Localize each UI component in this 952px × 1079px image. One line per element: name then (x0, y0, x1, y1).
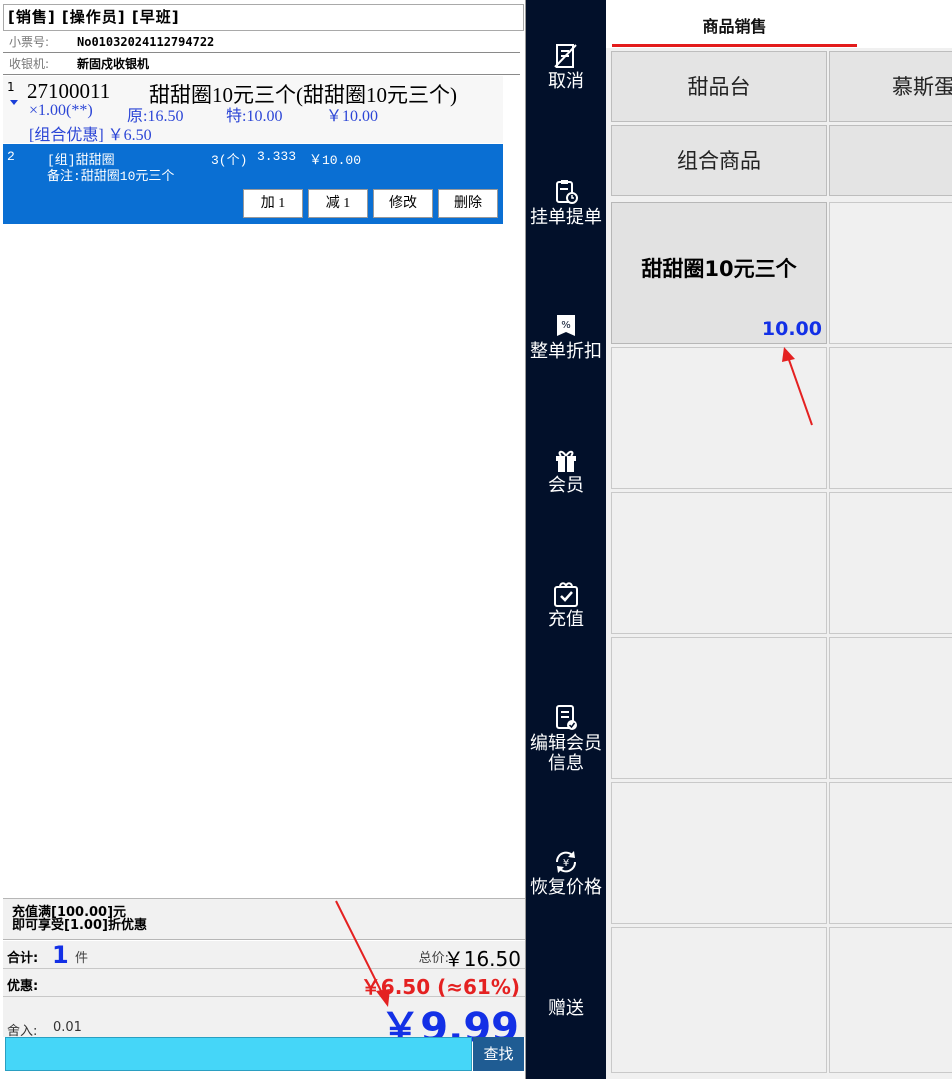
receipt-label: 小票号: (9, 35, 50, 49)
recharge-check-icon (554, 582, 578, 607)
product-cell-empty[interactable] (611, 492, 827, 634)
edit-member-label-line1: 编辑会员 (530, 733, 602, 754)
edit-document-icon (556, 705, 577, 730)
cart-sub-item-selected[interactable]: 2 [组]甜甜圈 3(个) 3.333 ￥10.00 备注:甜甜圈10元三个 加… (3, 144, 503, 224)
receipt-number: No01032024112794722 (77, 35, 215, 49)
promo-banner: 充值满[100.00]元 即可享受[1.00]折优惠 (3, 898, 525, 940)
edit-member-label-line2: 信息 (548, 753, 584, 774)
category-empty[interactable] (829, 125, 952, 196)
receipt-row: 小票号: No01032024112794722 (3, 32, 520, 53)
search-input[interactable] (5, 1037, 472, 1071)
hold-order-label: 挂单提单 (530, 207, 602, 228)
edit-member-info-button[interactable]: 编辑会员 信息 (526, 704, 606, 774)
minus-one-button[interactable]: 减 1 (308, 189, 368, 218)
category-mousse-cake[interactable]: 慕斯蛋 (829, 51, 952, 122)
recharge-label: 充值 (548, 609, 584, 630)
item-quantity: ×1.00(**) (29, 102, 93, 119)
expand-arrow-icon[interactable] (10, 100, 18, 105)
item-index: 1 (7, 80, 15, 94)
cancel-doc-icon (554, 44, 577, 68)
gift-button[interactable]: 赠送 (526, 997, 606, 1019)
cashier-name: 新固戍收银机 (77, 57, 150, 71)
product-cell-empty[interactable] (829, 782, 952, 924)
item-combo-discount: [组合优惠] ￥6.50 (29, 127, 152, 144)
discount-row: 优惠: ￥6.50 (≈61%) (3, 969, 525, 999)
discount-label: 优惠: (7, 979, 39, 994)
gift-label: 赠送 (548, 998, 584, 1019)
sub-item-amount: ￥10.00 (309, 153, 362, 168)
item-count: 1 (52, 941, 69, 969)
total-row: 合计: 1 件 总价: ￥16.50 (3, 941, 525, 971)
cashier-label: 收银机: (9, 57, 50, 71)
restore-price-label: 恢复价格 (530, 877, 602, 898)
add-one-button[interactable]: 加 1 (243, 189, 303, 218)
edit-button[interactable]: 修改 (373, 189, 433, 218)
product-tile[interactable]: 甜甜圈10元三个 10.00 (611, 202, 827, 344)
product-cell-empty[interactable] (829, 492, 952, 634)
product-name: 甜甜圈10元三个 (641, 257, 797, 281)
product-cell-empty[interactable] (611, 782, 827, 924)
tab-active-indicator (612, 44, 857, 47)
category-combo-products[interactable]: 组合商品 (611, 125, 827, 196)
product-cell-empty[interactable] (829, 202, 952, 344)
category-dessert-table[interactable]: 甜品台 (611, 51, 827, 122)
restore-yen-icon: ¥ (555, 851, 577, 873)
function-sidebar: 取消 挂单提单 % 整单折扣 会员 充值 编辑会员 信息 ¥ 恢复价格 赠送 (526, 0, 606, 1079)
svg-text:¥: ¥ (563, 858, 569, 869)
svg-text:%: % (561, 320, 571, 331)
count-label: 合计: (7, 951, 39, 966)
member-button[interactable]: 会员 (526, 446, 606, 496)
search-button[interactable]: 查找 (473, 1037, 524, 1071)
product-cell-empty[interactable] (611, 927, 827, 1073)
product-cell-empty[interactable] (611, 637, 827, 779)
count-unit: 件 (75, 951, 89, 966)
member-label: 会员 (548, 475, 584, 496)
sub-item-quantity: 3(个) (211, 153, 248, 168)
product-cell-empty[interactable] (829, 347, 952, 489)
cart-item[interactable]: 1 27100011 甜甜圈10元三个(甜甜圈10元三个) ×1.00(**) … (3, 76, 503, 144)
hold-order-button[interactable]: 挂单提单 (526, 178, 606, 228)
item-code: 27100011 (27, 79, 111, 103)
sub-item-note: 备注:甜甜圈10元三个 (47, 169, 175, 184)
discount-tag-icon: % (557, 315, 575, 336)
sub-item-index: 2 (7, 149, 15, 164)
item-name: 甜甜圈10元三个(甜甜圈10元三个) (149, 83, 457, 107)
recharge-button[interactable]: 充值 (526, 580, 606, 630)
delete-button[interactable]: 删除 (438, 189, 498, 218)
cashier-row: 收银机: 新固戍收银机 (3, 54, 520, 75)
order-discount-button[interactable]: % 整单折扣 (526, 312, 606, 362)
gift-icon (556, 450, 576, 472)
total-price: ￥16.50 (443, 947, 521, 971)
product-cell-empty[interactable] (611, 347, 827, 489)
tab-product-sales[interactable]: 商品销售 (612, 4, 857, 47)
restore-price-button[interactable]: ¥ 恢复价格 (526, 848, 606, 898)
cancel-label: 取消 (548, 71, 584, 92)
payable-row: 舍入: 0.01 ￥9.99 (3, 997, 525, 1051)
order-discount-label: 整单折扣 (530, 341, 602, 362)
product-cell-empty[interactable] (829, 927, 952, 1073)
mode-status-bar: [销售] [操作员] [早班] (3, 4, 524, 31)
clipboard-clock-icon (556, 180, 578, 204)
sub-item-unit-price: 3.333 (257, 149, 297, 164)
promo-line-2: 即可享受[1.00]折优惠 (12, 918, 147, 933)
rounding-value: 0.01 (53, 1020, 82, 1035)
cancel-button[interactable]: 取消 (526, 42, 606, 92)
product-price: 10.00 (761, 318, 822, 340)
item-special-price: 特:10.00 (226, 108, 283, 125)
product-cell-empty[interactable] (829, 637, 952, 779)
cart-panel: [销售] [操作员] [早班] 小票号: No01032024112794722… (0, 0, 526, 1079)
product-panel: 商品销售 甜品台 慕斯蛋 组合商品 甜甜圈10元三个 10.00 (606, 0, 952, 1079)
item-amount: ￥10.00 (326, 108, 379, 125)
